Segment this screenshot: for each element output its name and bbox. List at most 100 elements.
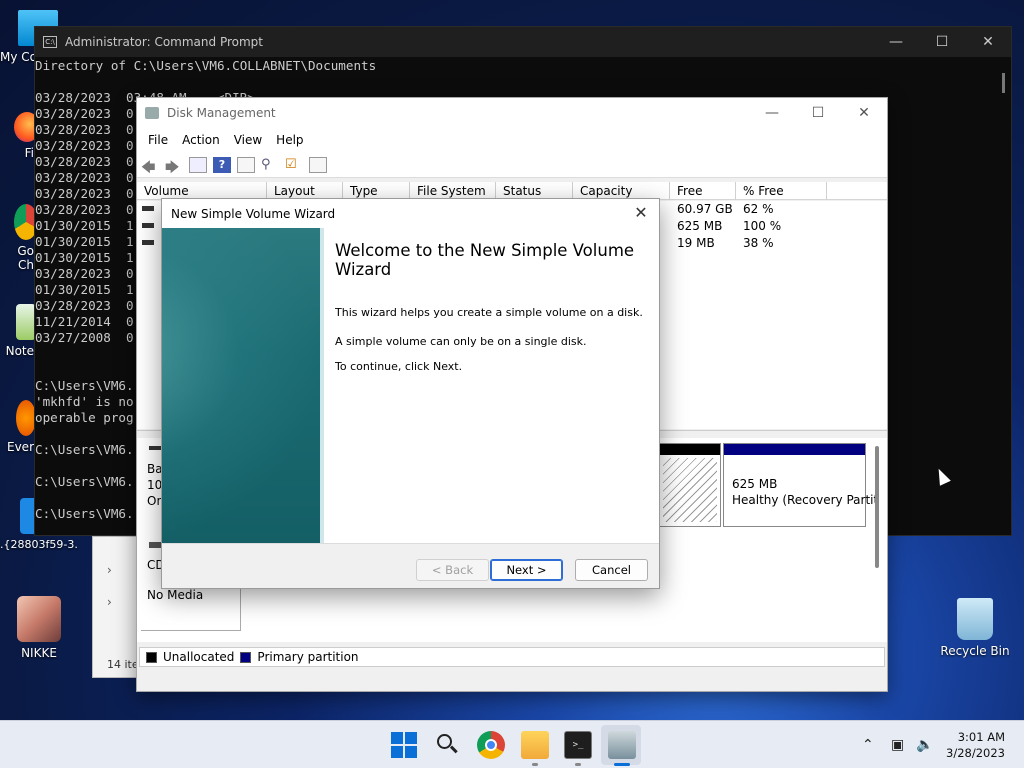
wizard-text-2: A simple volume can only be on a single … xyxy=(335,335,587,348)
list-view-icon[interactable] xyxy=(189,156,207,173)
cmd-line xyxy=(35,74,1011,90)
disk-management-taskbar-icon[interactable] xyxy=(608,731,636,759)
free-space-cell: 60.97 GB xyxy=(677,202,733,216)
recovery-partition[interactable]: 625 MB Healthy (Recovery Partit xyxy=(723,443,878,527)
wizard-text-1: This wizard helps you create a simple vo… xyxy=(335,306,643,319)
disk-management-icon xyxy=(145,107,159,119)
cmd-maximize-button[interactable]: ☐ xyxy=(919,27,965,57)
legend-unallocated: Unallocated xyxy=(163,650,235,664)
properties-icon[interactable] xyxy=(237,156,255,173)
win-pane xyxy=(405,732,417,744)
settings-list-icon[interactable] xyxy=(309,156,327,173)
desktop-icon-nikke[interactable]: NIKKE xyxy=(4,596,74,660)
menu-view[interactable]: View xyxy=(227,133,269,147)
partition-legend: Unallocated Primary partition xyxy=(139,647,885,667)
network-icon[interactable]: ▣ xyxy=(891,721,904,768)
cmd-scrollbar-thumb[interactable] xyxy=(1002,73,1005,93)
expand-chevron-icon[interactable]: › xyxy=(107,563,112,577)
drive-icon xyxy=(142,206,154,211)
col-percent-free[interactable]: % Free xyxy=(736,182,827,200)
desktop-icon-recycle-bin[interactable]: Recycle Bin xyxy=(940,598,1010,658)
wizard-text-3: To continue, click Next. xyxy=(335,360,463,373)
win-pane xyxy=(405,746,417,758)
running-indicator xyxy=(532,763,538,766)
cmd-minimize-button[interactable]: — xyxy=(873,27,919,57)
col-free-space[interactable]: Free Spa... xyxy=(670,182,736,216)
cdrom-icon xyxy=(149,542,161,548)
cmd-titlebar[interactable]: C:\ Administrator: Command Prompt xyxy=(35,27,1011,57)
back-arrow-icon[interactable]: 🡄 xyxy=(141,157,159,176)
show-hidden-icons-chevron[interactable]: ⌃ xyxy=(862,721,874,768)
partition-size: 625 MB xyxy=(732,477,778,491)
unallocated-partition[interactable] xyxy=(659,443,721,527)
new-simple-volume-wizard[interactable]: New Simple Volume Wizard ✕ Welcome to th… xyxy=(161,198,660,589)
volume-icon[interactable]: 🔈 xyxy=(916,721,933,768)
desktop-icon-notepad[interactable]: Note xyxy=(0,304,36,358)
taskbar-clock[interactable]: 3:01 AM 3/28/2023 xyxy=(946,729,1005,761)
desktop-icon-label: Recycle Bin xyxy=(940,644,1010,658)
wizard-footer: < Back Next > Cancel xyxy=(162,543,659,588)
percent-free-cell: 100 % xyxy=(743,219,782,233)
everything-icon xyxy=(16,400,36,436)
dm-close-button[interactable]: ✕ xyxy=(841,98,887,128)
notepad-icon xyxy=(16,304,36,340)
drive-icon xyxy=(142,223,154,228)
wizard-titlebar[interactable]: New Simple Volume Wizard xyxy=(162,199,659,228)
cdrom-media: No Media xyxy=(147,588,204,602)
connect-icon[interactable]: ⚲ xyxy=(261,157,279,173)
expand-chevron-icon[interactable]: › xyxy=(107,595,112,609)
primary-partition-bar xyxy=(724,444,865,455)
percent-free-cell: 62 % xyxy=(743,202,774,216)
desktop-icon-label: Fi xyxy=(24,146,34,160)
chrome-taskbar-icon[interactable] xyxy=(477,731,505,759)
file-explorer-taskbar-icon[interactable] xyxy=(521,731,549,759)
banner-wave-graphic xyxy=(162,228,322,543)
clock-time: 3:01 AM xyxy=(957,730,1005,744)
help-icon[interactable]: ? xyxy=(213,156,231,173)
wizard-side-banner xyxy=(162,228,324,543)
cmd-line: Directory of C:\Users\VM6.COLLABNET\Docu… xyxy=(35,58,377,73)
dm-maximize-button[interactable]: ☐ xyxy=(795,98,841,128)
back-button[interactable]: < Back xyxy=(416,559,489,581)
partition-status: Healthy (Recovery Partit xyxy=(732,493,879,507)
dm-title: Disk Management xyxy=(167,106,276,120)
clock-date: 3/28/2023 xyxy=(946,746,1005,760)
menu-action[interactable]: Action xyxy=(175,133,227,147)
banner-edge xyxy=(320,228,324,543)
wizard-heading: Welcome to the New Simple Volume Wizard xyxy=(335,241,635,279)
desktop-icon-label: .{28803f59-3... xyxy=(0,538,78,551)
unallocated-bar xyxy=(660,444,720,455)
disk-icon xyxy=(149,446,161,450)
dm-toolbar: 🡄 🡆 ? ⚲ ☑ xyxy=(137,152,887,178)
dm-minimize-button[interactable]: — xyxy=(749,98,795,128)
cancel-button[interactable]: Cancel xyxy=(575,559,648,581)
win-pane xyxy=(391,732,403,744)
desktop-icon-firefox[interactable]: Fi xyxy=(0,112,40,160)
wizard-close-button[interactable]: ✕ xyxy=(629,201,653,225)
running-indicator xyxy=(575,763,581,766)
desktop-icon-everything[interactable]: Ever xyxy=(0,400,36,454)
desktop-icon-label: Go xyxy=(17,244,34,258)
desktop-icon-label: Ever xyxy=(7,440,34,454)
search-icon[interactable] xyxy=(433,731,461,759)
recycle-bin-icon xyxy=(957,598,993,640)
forward-arrow-icon[interactable]: 🡆 xyxy=(165,157,183,176)
drive-icon xyxy=(142,240,154,245)
desktop-icon-label: Note xyxy=(5,344,34,358)
desktop-icon-my-computer[interactable]: My Co xyxy=(0,10,58,64)
start-windows-icon[interactable] xyxy=(390,731,418,759)
graph-scrollbar[interactable] xyxy=(875,446,879,568)
menu-help[interactable]: Help xyxy=(269,133,310,147)
cmd-close-button[interactable]: ✕ xyxy=(965,27,1011,57)
file-explorer-window[interactable]: › › 14 ite xyxy=(92,536,142,678)
taskbar: >_ ⌃ ▣ 🔈 3:01 AM 3/28/2023 xyxy=(0,720,1024,768)
desktop-icon-label: My Co xyxy=(0,50,37,64)
check-icon[interactable]: ☑ xyxy=(285,157,303,173)
nikke-icon xyxy=(17,596,61,642)
next-button[interactable]: Next > xyxy=(490,559,563,581)
free-space-cell: 625 MB xyxy=(677,219,723,233)
command-prompt-taskbar-icon[interactable]: >_ xyxy=(564,731,592,759)
legend-primary: Primary partition xyxy=(257,650,359,664)
menu-file[interactable]: File xyxy=(141,133,175,147)
desktop-icon-chrome[interactable]: Go Ch xyxy=(0,204,38,272)
